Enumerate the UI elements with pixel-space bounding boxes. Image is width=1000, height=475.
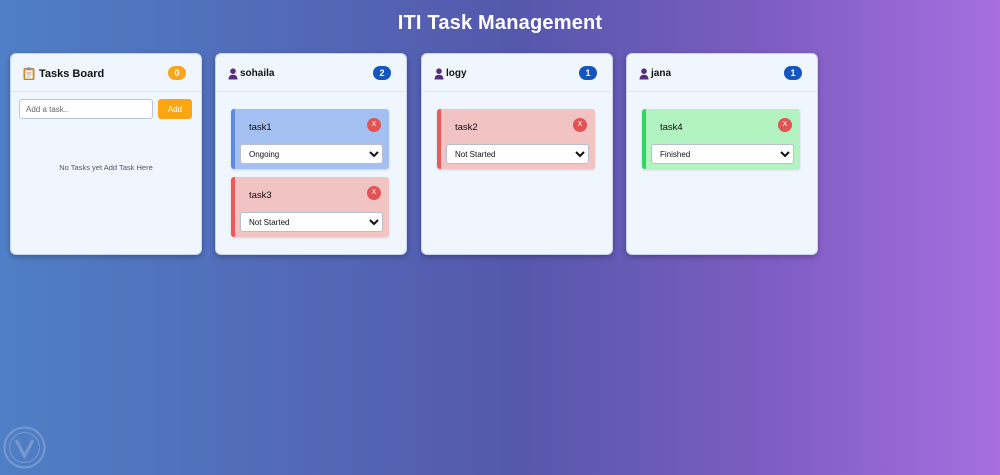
task-name: task2 <box>455 122 478 133</box>
user-task-count-badge: 1 <box>784 66 802 80</box>
user-panel-header: sohaila 2 <box>216 54 406 92</box>
delete-task-button[interactable]: X <box>367 186 381 200</box>
task-card[interactable]: task3 X Not StartedOngoingFinished <box>231 177 389 237</box>
add-task-button[interactable]: Add <box>158 99 192 119</box>
user-task-count-badge: 2 <box>373 66 391 80</box>
task-name: task1 <box>249 122 272 133</box>
delete-task-button[interactable]: X <box>778 118 792 132</box>
user-name: logy <box>446 68 467 79</box>
user-panel-header: jana 1 <box>627 54 817 92</box>
tasks-board-title: Tasks Board <box>39 68 105 80</box>
user-name: jana <box>651 68 672 79</box>
user-icon <box>434 67 446 80</box>
task-status-select[interactable]: Not StartedOngoingFinished <box>446 144 589 164</box>
tasks-board-count-badge: 0 <box>168 66 186 80</box>
tasks-board-header: Tasks Board 0 <box>11 54 201 92</box>
user-task-count-badge: 1 <box>579 66 597 80</box>
task-status-select[interactable]: Not StartedOngoingFinished <box>651 144 794 164</box>
task-status-select[interactable]: Not StartedOngoingFinished <box>240 212 383 232</box>
empty-board-message: No Tasks yet Add Task Here <box>59 163 153 172</box>
task-card[interactable]: task2 X Not StartedOngoingFinished <box>437 109 595 169</box>
user-panel-logy: logy 1 task2 X Not StartedOngoingFinishe… <box>421 53 613 255</box>
task-status-select[interactable]: Not StartedOngoingFinished <box>240 144 383 164</box>
task-card[interactable]: task4 X Not StartedOngoingFinished <box>642 109 800 169</box>
user-panel-sohaila: sohaila 2 task1 X Not StartedOngoingFini… <box>215 53 407 255</box>
user-icon <box>639 67 651 80</box>
page-title: ITI Task Management <box>397 12 603 34</box>
add-task-input[interactable] <box>19 99 153 119</box>
delete-task-button[interactable]: X <box>573 118 587 132</box>
clipboard-icon <box>23 67 35 80</box>
task-name: task3 <box>249 190 272 201</box>
task-card[interactable]: task1 X Not StartedOngoingFinished <box>231 109 389 169</box>
delete-task-button[interactable]: X <box>367 118 381 132</box>
task-name: task4 <box>660 122 683 133</box>
user-panel-jana: jana 1 task4 X Not StartedOngoingFinishe… <box>626 53 818 255</box>
user-panel-header: logy 1 <box>422 54 612 92</box>
user-icon <box>228 67 240 80</box>
user-name: sohaila <box>240 68 275 79</box>
tasks-board-panel: Tasks Board 0 Add No Tasks yet Add Task … <box>10 53 202 255</box>
watermark-logo-icon <box>2 425 47 470</box>
